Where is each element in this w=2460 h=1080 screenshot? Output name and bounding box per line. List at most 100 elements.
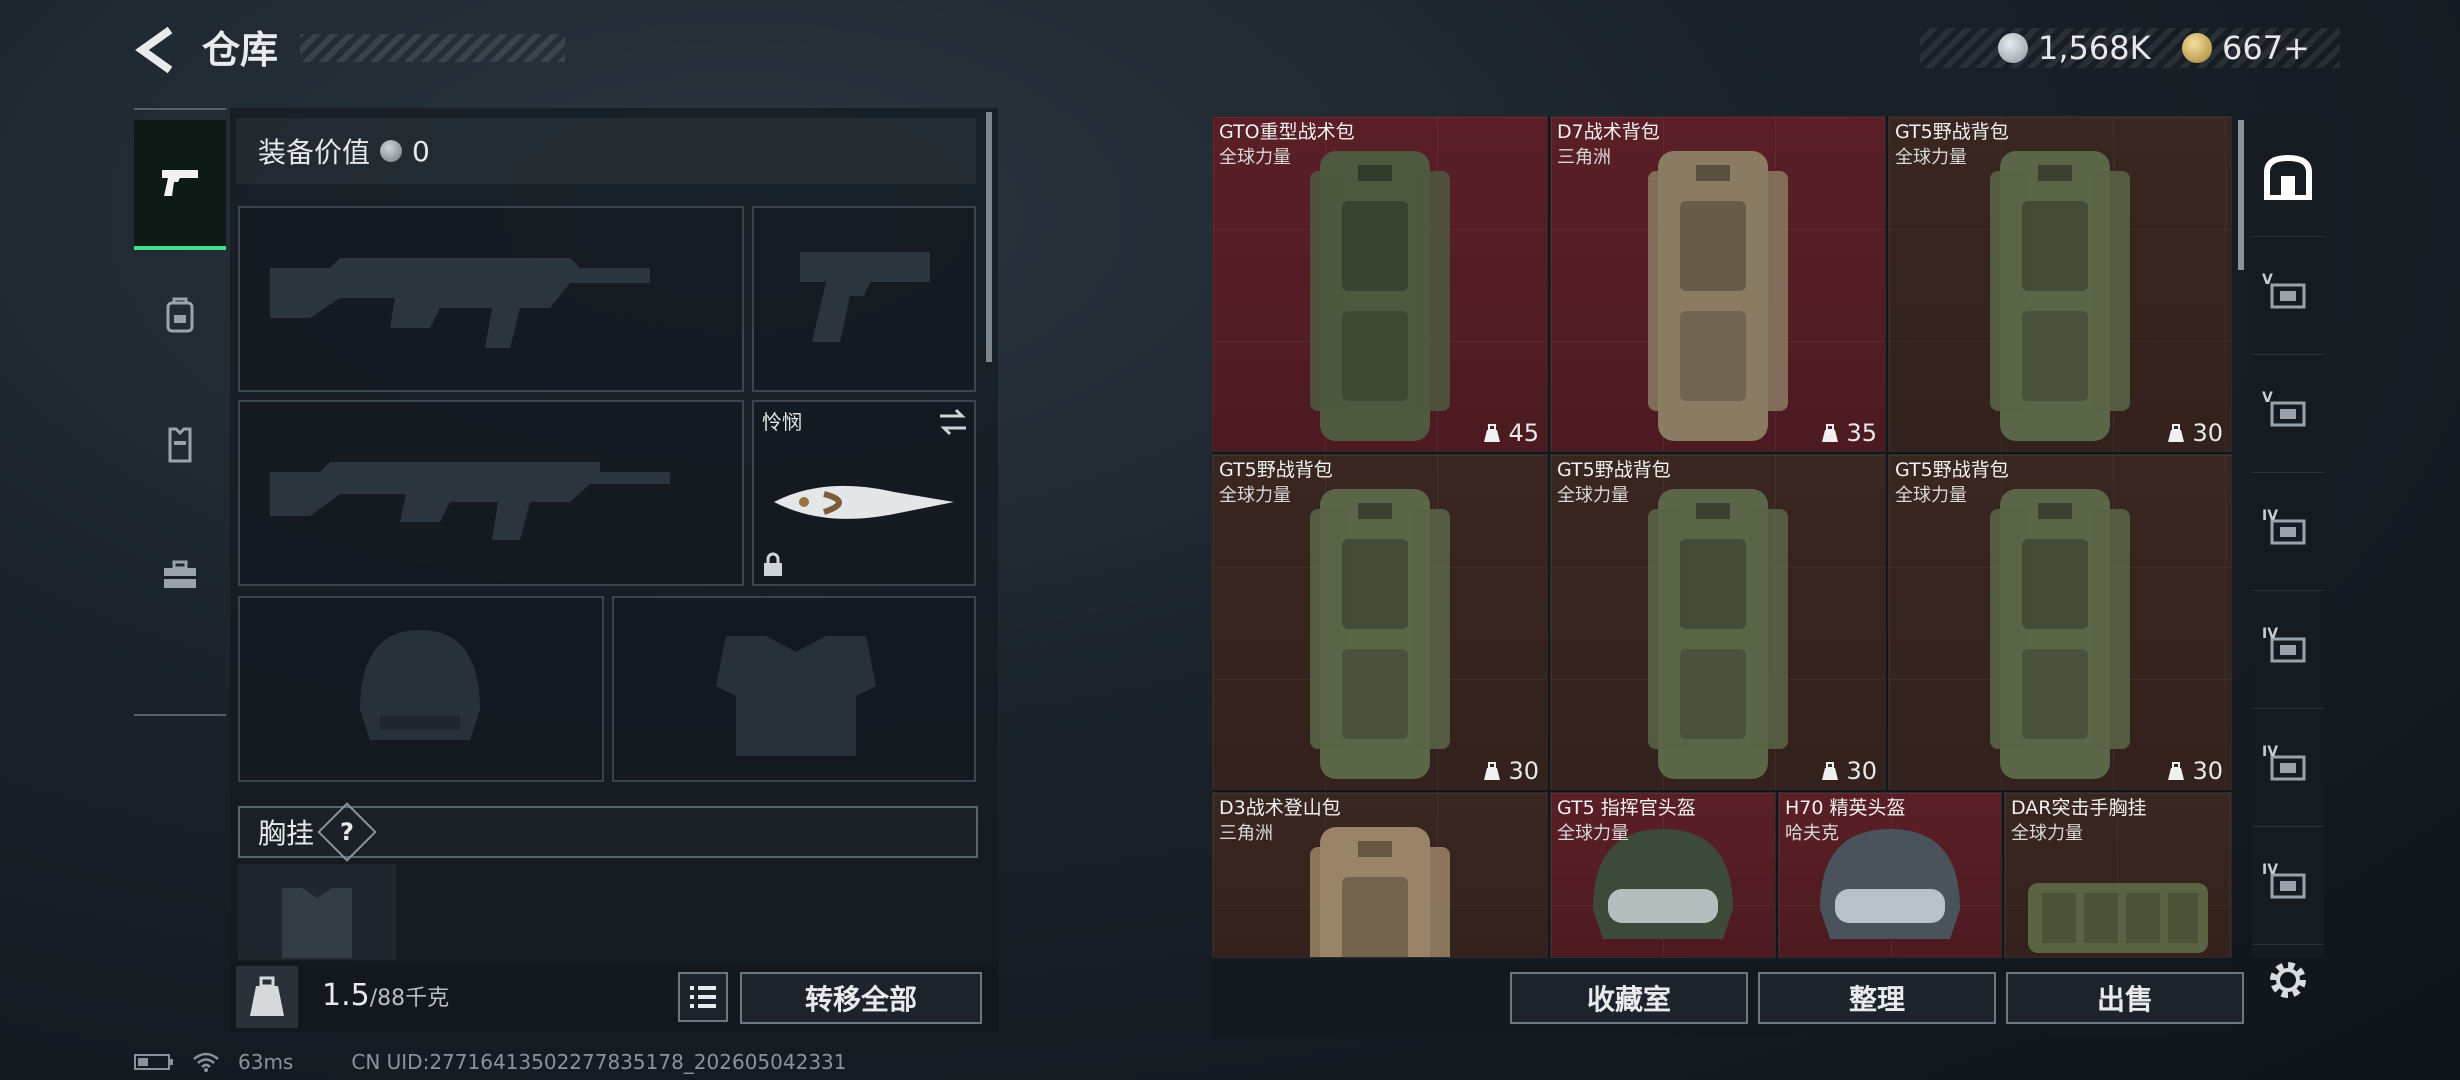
toolbox-icon: [164, 560, 196, 588]
currency-silver[interactable]: 1,568K: [1998, 26, 2151, 70]
stash-page-tabs: V V IV IV IV IV: [2252, 118, 2324, 958]
tab-stash-expansion[interactable]: V: [2252, 354, 2324, 473]
tab-stash-expansion[interactable]: IV: [2252, 708, 2324, 827]
vest-icon: [168, 427, 192, 463]
backpack-icon: [1648, 151, 1788, 441]
loadout-scrollbar[interactable]: [986, 112, 992, 362]
backpack-icon: [1990, 489, 2130, 779]
organize-button[interactable]: 整理: [1758, 972, 1996, 1024]
tab-weapons[interactable]: [134, 120, 226, 250]
equipment-value: 0: [412, 134, 430, 168]
tab-stash-expansion[interactable]: IV: [2252, 590, 2324, 709]
help-icon: ?: [340, 817, 354, 846]
secondary-weapon-slot[interactable]: [238, 400, 744, 586]
stash-item[interactable]: GTO重型战术包 全球力量 45: [1212, 116, 1548, 452]
chest-rig-header: 胸挂 ?: [238, 802, 978, 862]
item-capacity: 30: [1482, 757, 1539, 785]
tab-stash-expansion[interactable]: V: [2252, 236, 2324, 355]
tab-toolbox[interactable]: [134, 510, 226, 640]
gear-icon: [2270, 962, 2306, 998]
primary-weapon-slot[interactable]: [238, 206, 744, 392]
armor-slot[interactable]: [612, 596, 976, 782]
chest-rig-slot[interactable]: [238, 864, 396, 960]
item-brand: 全球力量: [1895, 485, 1967, 506]
stash-item[interactable]: GT5野战背包 全球力量 30: [1888, 454, 2232, 790]
capacity-bag-icon: [1484, 424, 1501, 442]
tab-level: IV: [2262, 862, 2279, 878]
tab-stash-expansion[interactable]: IV: [2252, 826, 2324, 945]
tab-main-stash[interactable]: [2252, 118, 2324, 237]
helmet-slot[interactable]: [238, 596, 604, 782]
stash-item[interactable]: GT5野战背包 全球力量 30: [1888, 116, 2232, 452]
weight-bag-icon: [250, 976, 284, 1016]
stash-item[interactable]: D3战术登山包 三角洲: [1212, 792, 1548, 958]
list-icon: [690, 986, 716, 1008]
item-brand: 全球力量: [1219, 485, 1291, 506]
knife-icon: [774, 485, 954, 519]
item-capacity: 30: [2166, 757, 2223, 785]
capacity-bag-icon: [1822, 762, 1839, 780]
wifi-icon: [193, 1052, 219, 1072]
item-name: H70 精英头盔: [1785, 797, 1906, 819]
tab-vest[interactable]: [134, 380, 226, 510]
currency-silver-value: 1,568K: [2038, 29, 2151, 67]
item-name: D7战术背包: [1557, 121, 1660, 143]
item-capacity-value: 30: [1508, 757, 1539, 785]
item-capacity-value: 30: [2192, 757, 2223, 785]
currency-gold-value: 667+: [2222, 29, 2310, 67]
backpack-icon: [1310, 489, 1450, 779]
stash-item[interactable]: H70 精英头盔 哈夫克: [1778, 792, 2002, 958]
stash-item[interactable]: GT5野战背包 全球力量 30: [1550, 454, 1886, 790]
stash-scrollbar[interactable]: [2238, 120, 2244, 270]
chest-rig-label: 胸挂: [258, 817, 315, 850]
back-button[interactable]: [130, 22, 186, 78]
silver-coin-icon: [380, 140, 403, 162]
melee-slot[interactable]: 怜悯: [752, 400, 976, 586]
item-capacity-value: 30: [1846, 757, 1877, 785]
item-brand: 全球力量: [1895, 147, 1967, 168]
tab-level: V: [2262, 272, 2273, 288]
list-view-button[interactable]: [678, 972, 728, 1022]
battery-icon: [134, 1054, 173, 1070]
item-name: GT5野战背包: [1895, 459, 2009, 481]
pistol-silhouette-icon: [800, 252, 930, 342]
backpack-icon: [166, 297, 194, 333]
loadout-tabs: [134, 108, 226, 716]
tab-stash-expansion[interactable]: IV: [2252, 472, 2324, 591]
item-name: GTO重型战术包: [1219, 121, 1355, 143]
transfer-all-button[interactable]: 转移全部: [740, 972, 982, 1024]
rifle-silhouette-icon: [270, 462, 670, 540]
back-arrow-icon: [135, 26, 173, 74]
sell-button[interactable]: 出售: [2006, 972, 2244, 1024]
item-name: GT5野战背包: [1895, 121, 2009, 143]
chest-rig-icon: [2028, 883, 2208, 953]
item-brand: 全球力量: [1557, 823, 1629, 844]
swap-icon[interactable]: [936, 408, 970, 436]
armor-silhouette-icon: [716, 636, 876, 756]
tab-level: IV: [2262, 508, 2279, 524]
backpack-icon: [1310, 151, 1450, 441]
backpack-icon: [1990, 151, 2130, 441]
ping-readout: 63ms: [238, 1050, 294, 1074]
stash-item[interactable]: D7战术背包 三角洲 35: [1550, 116, 1886, 452]
settings-button[interactable]: [2262, 954, 2314, 1006]
help-button[interactable]: ?: [317, 802, 377, 862]
item-capacity-value: 35: [1846, 419, 1877, 447]
capacity-bag-icon: [2168, 762, 2185, 780]
pistol-slot[interactable]: [752, 206, 976, 392]
stash-grid: GTO重型战术包 全球力量 45 D7战术背包 三角洲 35 GT5野战背包 全球力量…: [1212, 116, 2232, 958]
collection-room-button[interactable]: 收藏室: [1510, 972, 1748, 1024]
silver-coin-icon: [1998, 33, 2028, 63]
currency-gold[interactable]: 667+: [2182, 26, 2310, 70]
backpack-icon: [1310, 827, 1450, 957]
tab-level: IV: [2262, 744, 2279, 760]
item-name: DAR突击手胸挂: [2011, 797, 2147, 819]
helmet-silhouette-icon: [360, 630, 480, 740]
stash-item[interactable]: DAR突击手胸挂 全球力量: [2004, 792, 2232, 958]
capacity-bag-icon: [1484, 762, 1501, 780]
stash-item[interactable]: GT5 指挥官头盔 全球力量: [1550, 792, 1776, 958]
tab-backpack[interactable]: [134, 250, 226, 380]
stash-item[interactable]: GT5野战背包 全球力量 30: [1212, 454, 1548, 790]
equipment-value-row: 装备价值 0: [236, 118, 976, 184]
item-brand: 全球力量: [1557, 485, 1629, 506]
